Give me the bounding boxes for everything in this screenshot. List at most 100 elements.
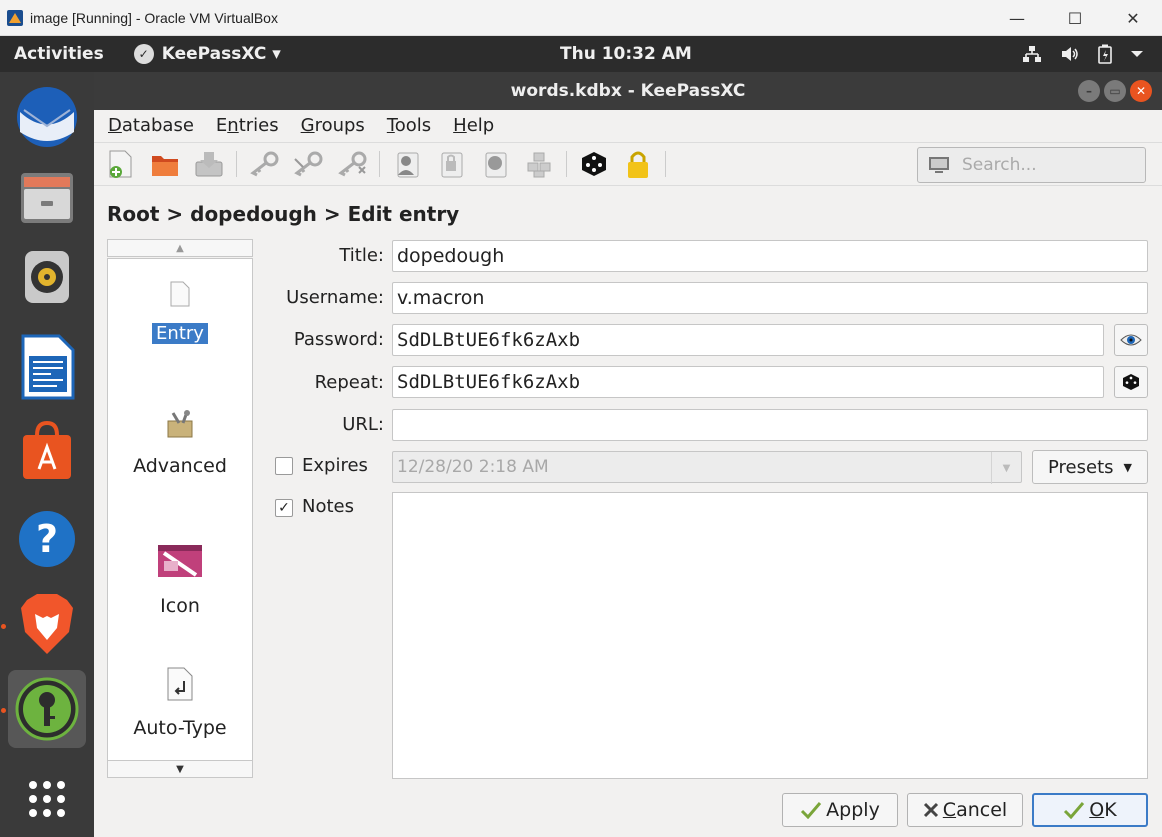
add-entry-button[interactable] — [247, 147, 281, 181]
files-cabinet-icon — [21, 173, 73, 223]
category-autotype[interactable]: Auto-Type — [108, 667, 252, 739]
copy-password-icon — [441, 152, 463, 178]
cancel-button[interactable]: Cancel — [907, 793, 1023, 827]
system-menu-icon[interactable] — [1130, 49, 1144, 59]
menu-entries[interactable]: Entries — [216, 115, 279, 136]
username-input[interactable]: v.macron — [392, 282, 1148, 314]
lock-database-button[interactable] — [621, 147, 655, 181]
search-placeholder: Search... — [962, 155, 1037, 175]
window-title: words.kdbx - KeePassXC — [510, 81, 746, 101]
repeat-label: Repeat: — [314, 372, 384, 393]
dock: ? — [0, 72, 94, 837]
open-url-button[interactable] — [478, 147, 512, 181]
app-menu[interactable]: ✓ KeePassXC ▾ — [133, 44, 281, 64]
notes-textarea[interactable] — [392, 492, 1148, 779]
menu-groups[interactable]: Groups — [301, 115, 365, 136]
dock-rhythmbox[interactable] — [8, 238, 86, 316]
dock-libreoffice-writer[interactable] — [8, 328, 86, 406]
window-maximize-button[interactable]: ▭ — [1104, 80, 1126, 102]
window-minimize-button[interactable]: – — [1078, 80, 1100, 102]
host-close-button[interactable]: ✕ — [1104, 0, 1162, 36]
new-database-icon — [109, 150, 132, 178]
dock-help[interactable]: ? — [8, 500, 86, 578]
keepassxc-small-icon: ✓ — [133, 44, 154, 64]
activities-button[interactable]: Activities — [14, 44, 104, 64]
battery-icon[interactable] — [1098, 44, 1112, 64]
category-scroll-down-button[interactable]: ▼ — [107, 760, 253, 778]
top-panel: Activities ✓ KeePassXC ▾ Thu 10:32 AM — [0, 36, 1162, 72]
clock[interactable]: Thu 10:32 AM — [560, 44, 692, 64]
password-generator-button[interactable] — [577, 147, 611, 181]
copy-password-button[interactable] — [434, 147, 468, 181]
shopping-bag-icon — [23, 420, 71, 479]
dock-software[interactable] — [8, 412, 86, 490]
apply-button[interactable]: Apply — [782, 793, 898, 827]
toggle-password-visibility-button[interactable] — [1114, 324, 1148, 356]
brave-lion-icon — [21, 594, 73, 654]
edit-key-icon — [294, 151, 323, 177]
dock-keepassxc[interactable] — [8, 670, 86, 748]
host-minimize-button[interactable]: — — [988, 0, 1046, 36]
category-entry[interactable]: Entry — [108, 281, 252, 344]
toolbar-separator — [236, 151, 237, 177]
expires-checkbox[interactable] — [275, 457, 293, 475]
delete-entry-button[interactable] — [335, 147, 369, 181]
save-disk-icon — [195, 152, 223, 177]
globe-icon — [485, 152, 507, 178]
category-autotype-label: Auto-Type — [133, 717, 227, 739]
generate-password-button[interactable] — [1114, 366, 1148, 398]
open-database-button[interactable] — [148, 147, 182, 181]
toolbar: Search... — [94, 142, 1162, 186]
category-scroll-up-button[interactable]: ▲ — [107, 239, 253, 257]
running-indicator — [1, 624, 6, 629]
check-icon — [1064, 802, 1085, 819]
menu-help[interactable]: Help — [453, 115, 494, 136]
virtualbox-icon — [7, 9, 23, 26]
title-input[interactable]: dopedough — [392, 240, 1148, 272]
delete-key-icon — [338, 151, 367, 177]
breadcrumb: Root > dopedough > Edit entry — [107, 202, 460, 226]
title-label: Title: — [339, 245, 384, 266]
edit-entry-button[interactable] — [291, 147, 325, 181]
url-input[interactable] — [392, 409, 1148, 441]
autotype-button[interactable] — [522, 147, 556, 181]
dice-icon — [582, 152, 606, 176]
notes-label: Notes — [302, 496, 354, 517]
volume-icon[interactable] — [1060, 46, 1080, 62]
chevron-down-icon: ▼ — [1123, 460, 1132, 474]
search-field[interactable]: Search... — [917, 147, 1146, 183]
dock-brave[interactable] — [8, 586, 86, 664]
dock-show-applications[interactable] — [8, 760, 86, 837]
open-folder-icon — [152, 156, 178, 176]
new-database-button[interactable] — [104, 147, 138, 181]
host-maximize-button[interactable]: ☐ — [1046, 0, 1104, 36]
category-icon-label: Icon — [160, 595, 200, 617]
notes-checkbox[interactable]: ✓ — [275, 499, 293, 517]
autotype-document-icon — [167, 667, 193, 701]
copy-username-button[interactable] — [390, 147, 424, 181]
dock-files[interactable] — [8, 158, 86, 236]
username-label: Username: — [286, 287, 384, 308]
toolbox-icon — [167, 410, 193, 438]
menu-bar: Database Entries Groups Tools Help — [94, 110, 1162, 140]
menu-database[interactable]: Database — [108, 115, 194, 136]
host-window-title: image [Running] - Oracle VM VirtualBox — [30, 9, 278, 26]
window-close-button[interactable]: ✕ — [1130, 80, 1152, 102]
network-icon[interactable] — [1022, 45, 1042, 63]
category-icon[interactable]: Icon — [108, 541, 252, 617]
category-advanced[interactable]: Advanced — [108, 409, 252, 477]
dock-thunderbird[interactable] — [8, 78, 86, 156]
save-database-button[interactable] — [192, 147, 226, 181]
thunderbird-icon — [17, 87, 77, 147]
category-advanced-label: Advanced — [133, 455, 227, 477]
expires-dropdown-arrow[interactable]: ▼ — [991, 452, 1021, 484]
check-icon — [801, 802, 822, 819]
menu-tools[interactable]: Tools — [387, 115, 431, 136]
icon-picker-icon — [158, 545, 202, 577]
password-input[interactable]: SdDLBtUE6fk6zAxb — [392, 324, 1104, 356]
ok-button[interactable]: OK — [1032, 793, 1148, 827]
expires-datetime-input[interactable]: 12/28/20 2:18 AM ▼ — [392, 451, 1022, 484]
presets-button[interactable]: Presets ▼ — [1032, 450, 1148, 484]
system-tray[interactable] — [1022, 44, 1144, 64]
repeat-password-input[interactable]: SdDLBtUE6fk6zAxb — [392, 366, 1104, 398]
